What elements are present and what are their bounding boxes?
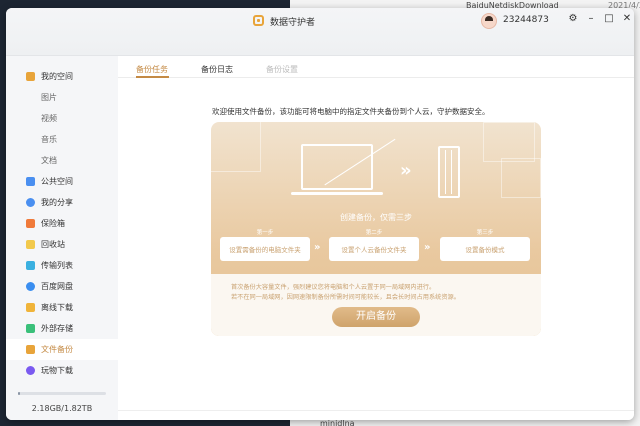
close-button[interactable]: ✕	[620, 11, 634, 27]
sidebar-item-transfer-list[interactable]: 传输列表	[6, 255, 118, 276]
double-chevron-right-icon: »	[400, 160, 412, 181]
step-3-label: 第三步	[476, 230, 494, 236]
tab-backup-log[interactable]: 备份日志	[201, 64, 233, 75]
sidebar-item-label: 我的分享	[41, 198, 73, 207]
app-title: 数据守护者	[270, 18, 316, 28]
sidebar-item-label: 保险箱	[41, 219, 65, 228]
step-2-label: 第二步	[365, 230, 383, 236]
sidebar-item-my-space[interactable]: 我的空间	[6, 66, 118, 87]
sidebar-item-label: 视频	[41, 114, 57, 123]
step-3-button[interactable]: 设置备份模式	[440, 237, 530, 261]
decorative-frame	[211, 122, 261, 172]
home-icon	[26, 72, 35, 81]
tab-bar: 备份任务 备份日志 备份设置	[118, 56, 634, 78]
backup-setup-card: » 创建备份，仅需三步 第一步 设置需备份的电脑文件夹 » 第二步 设置个人云备…	[211, 122, 541, 336]
step-1-button[interactable]: 设置需备份的电脑文件夹	[220, 237, 310, 261]
sidebar-item-safe[interactable]: 保险箱	[6, 213, 118, 234]
maximize-button[interactable]: □	[602, 11, 616, 27]
step-1-label: 第一步	[256, 230, 274, 236]
tab-backup-tasks[interactable]: 备份任务	[136, 64, 168, 75]
sidebar-item-public-space[interactable]: 公共空间	[6, 171, 118, 192]
safe-icon	[26, 219, 35, 228]
title-bar: 数据守护者 23244873 ⚙ – □ ✕	[6, 8, 634, 56]
minimize-button[interactable]: –	[584, 11, 598, 27]
storage-usage-bar	[18, 392, 106, 395]
app-logo-icon	[253, 15, 264, 26]
storage-usage-fill	[18, 392, 20, 395]
sidebar-item-documents[interactable]: 文档	[6, 150, 118, 171]
avatar[interactable]	[481, 13, 497, 29]
step-2-button[interactable]: 设置个人云备份文件夹	[329, 237, 419, 261]
cloud-device-illustration-icon	[438, 146, 460, 198]
divider	[118, 410, 634, 411]
wanwu-download-icon	[26, 366, 35, 375]
settings-icon[interactable]: ⚙	[566, 11, 580, 27]
backup-icon	[26, 345, 35, 354]
sidebar-item-videos[interactable]: 视频	[6, 108, 118, 129]
sidebar-item-label: 图片	[41, 93, 57, 102]
sidebar-item-label: 文档	[41, 156, 57, 165]
share-icon	[26, 198, 35, 207]
steps-title: 创建备份，仅需三步	[340, 213, 412, 222]
note-line-1: 首次备份大容量文件，强烈建议您将电脑和个人云置于同一局域网内进行。	[231, 284, 436, 291]
decorative-frame	[501, 158, 541, 198]
username[interactable]: 23244873	[503, 15, 549, 25]
main-content: 备份任务 备份日志 备份设置 欢迎使用文件备份，该功能可将电脑中的指定文件夹备份…	[118, 56, 634, 420]
sidebar-item-offline-download[interactable]: 离线下载	[6, 297, 118, 318]
intro-text: 欢迎使用文件备份，该功能可将电脑中的指定文件夹备份到个人云，守护数据安全。	[212, 107, 490, 116]
sidebar-item-label: 玩物下载	[41, 366, 73, 375]
app-window: 数据守护者 23244873 ⚙ – □ ✕ 我的空间 图片 视频 音乐 文档 …	[6, 8, 634, 420]
start-backup-button[interactable]: 开启备份	[332, 307, 420, 327]
active-tab-indicator	[136, 76, 169, 78]
double-chevron-right-icon: »	[424, 242, 431, 253]
offline-download-icon	[26, 303, 35, 312]
trash-icon	[26, 240, 35, 249]
sidebar-item-images[interactable]: 图片	[6, 87, 118, 108]
double-chevron-right-icon: »	[314, 242, 321, 253]
note-line-2: 若不在同一局域网，因网速限制备份所需时间可能较长，且会长时间占用系统资源。	[231, 294, 460, 301]
sidebar-item-external-storage[interactable]: 外部存储	[6, 318, 118, 339]
decorative-frame	[483, 122, 535, 162]
sidebar-item-label: 传输列表	[41, 261, 73, 270]
sidebar-item-label: 外部存储	[41, 324, 73, 333]
sidebar-item-wanwu-download[interactable]: 玩物下载	[6, 360, 118, 381]
laptop-base	[291, 192, 383, 195]
sidebar-item-label: 回收站	[41, 240, 65, 249]
sidebar-item-label: 我的空间	[41, 72, 73, 81]
sidebar-item-my-share[interactable]: 我的分享	[6, 192, 118, 213]
sidebar: 我的空间 图片 视频 音乐 文档 公共空间 我的分享 保险箱 回收站 传输列表 …	[6, 56, 118, 420]
sidebar-item-trash[interactable]: 回收站	[6, 234, 118, 255]
public-space-icon	[26, 177, 35, 186]
sidebar-item-label: 公共空间	[41, 177, 73, 186]
background-row: minidlna	[320, 419, 355, 426]
external-storage-icon	[26, 324, 35, 333]
laptop-illustration-icon	[301, 144, 373, 190]
sidebar-item-baidu-netdisk[interactable]: 百度网盘	[6, 276, 118, 297]
tab-backup-settings: 备份设置	[266, 65, 298, 74]
sidebar-item-label: 百度网盘	[41, 282, 73, 291]
baidu-netdisk-icon	[26, 282, 35, 291]
sidebar-item-file-backup[interactable]: 文件备份	[6, 339, 118, 360]
sidebar-item-label: 离线下载	[41, 303, 73, 312]
sidebar-item-label: 文件备份	[41, 345, 73, 354]
sidebar-item-music[interactable]: 音乐	[6, 129, 118, 150]
sidebar-item-label: 音乐	[41, 135, 57, 144]
transfer-icon	[26, 261, 35, 270]
storage-usage-text: 2.18GB/1.82TB	[31, 404, 93, 413]
